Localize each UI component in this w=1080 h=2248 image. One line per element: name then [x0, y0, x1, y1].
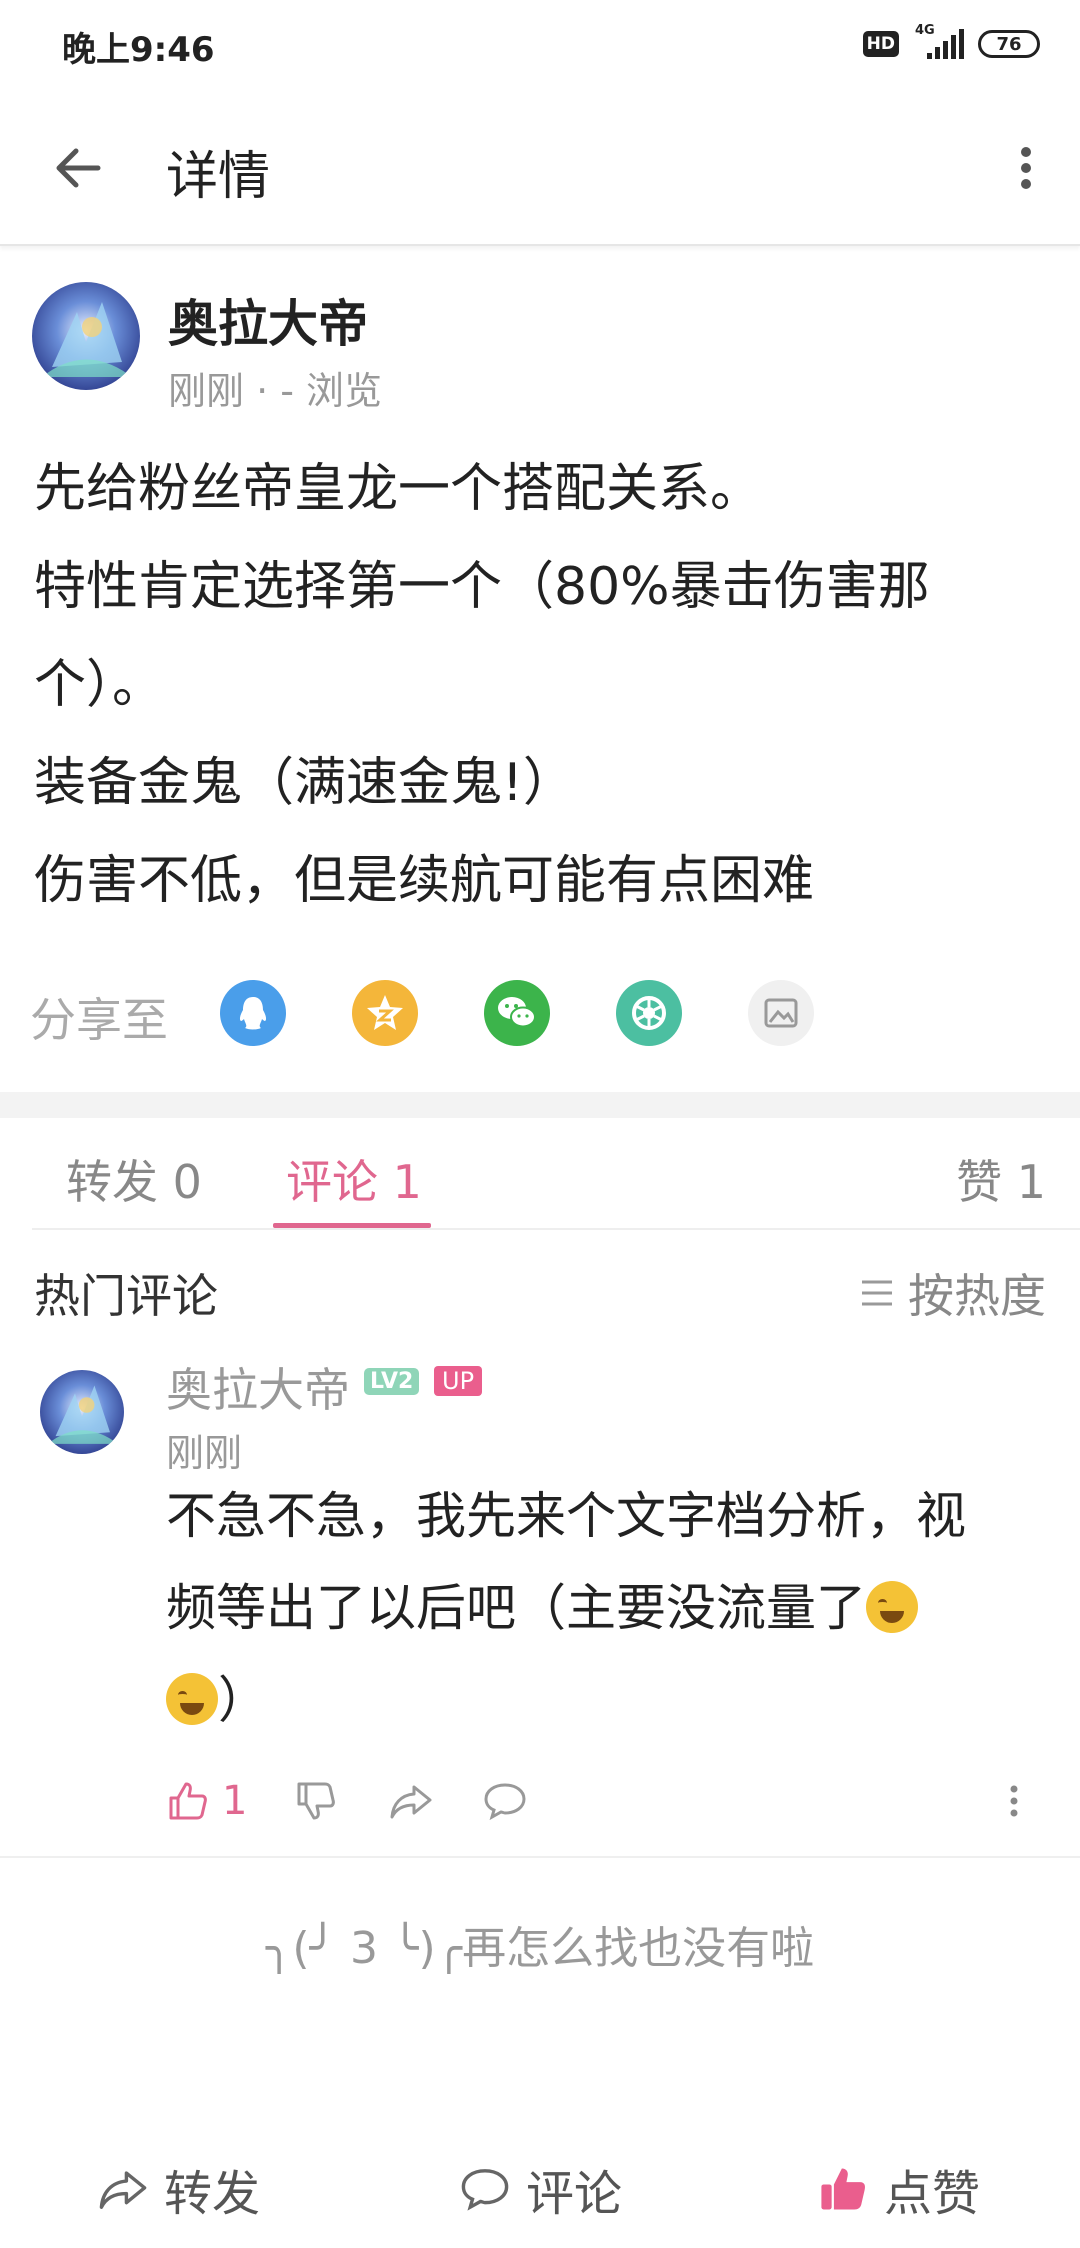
comment-like-button[interactable]: 1 — [166, 1776, 247, 1826]
more-vertical-icon — [1010, 1785, 1018, 1817]
no-more-comments-text: ╮(╯ 3 ╰)╭再怎么找也没有啦 — [265, 1923, 815, 1974]
laughing-tears-emoji-icon — [866, 1581, 918, 1633]
tabs-divider — [32, 1228, 1080, 1230]
post-line: 装备金鬼（满速金鬼!） — [34, 753, 575, 813]
bottom-repost-label: 转发 — [164, 2166, 261, 2222]
qq-share-button[interactable] — [220, 980, 286, 1046]
level-badge: LV2 — [364, 1368, 420, 1395]
laughing-tears-emoji-icon — [166, 1673, 218, 1725]
comment-like-count: 1 — [222, 1778, 248, 1824]
speech-bubble-icon — [484, 1783, 526, 1821]
post-line: 伤害不低，但是续航可能有点困难 — [34, 851, 815, 911]
bottom-like-button[interactable]: 点赞 — [816, 2154, 980, 2224]
menu-lines-icon — [862, 1280, 892, 1306]
wechat-icon — [498, 997, 536, 1028]
bottom-comment-label: 评论 — [526, 2166, 623, 2222]
comment-time: 刚刚 — [166, 1431, 243, 1475]
status-time: 晚上9:46 — [62, 30, 215, 70]
more-menu-button[interactable] — [1006, 138, 1046, 198]
comment-line: 频等出了以后吧（主要没流量了 — [166, 1562, 1026, 1654]
section-divider — [0, 1092, 1080, 1118]
moments-share-button[interactable] — [616, 980, 682, 1046]
hot-comments-label: 热门评论 — [34, 1269, 218, 1323]
bottom-like-label: 点赞 — [884, 2166, 981, 2222]
comment-author-avatar[interactable] — [40, 1370, 124, 1454]
image-share-button[interactable] — [748, 980, 814, 1046]
tab-comment[interactable]: 评论 1 — [286, 1146, 422, 1212]
sort-label: 按热度 — [908, 1269, 1046, 1323]
share-arrow-icon — [99, 2171, 147, 2209]
bottom-comment-button[interactable]: 评论 — [458, 2154, 622, 2224]
thumbs-up-icon — [169, 1782, 207, 1820]
author-name[interactable]: 奥拉大帝 — [168, 284, 368, 356]
comment-reply-button[interactable] — [482, 1776, 528, 1826]
qq-icon — [239, 997, 267, 1030]
bottom-repost-button[interactable]: 转发 — [96, 2154, 260, 2224]
post-line: 特性肯定选择第一个（80%暴击伤害那 — [34, 557, 930, 617]
comment-author-name[interactable]: 奥拉大帝 — [166, 1354, 350, 1420]
author-avatar[interactable] — [32, 282, 140, 390]
post-line: 个）。 — [34, 655, 165, 715]
speech-bubble-icon — [461, 2169, 509, 2211]
signal-icon: 4G — [913, 23, 964, 59]
sort-button[interactable]: 按热度 — [860, 1260, 1046, 1326]
wechat-share-button[interactable] — [484, 980, 550, 1046]
up-badge: UP — [434, 1366, 483, 1396]
post-line: 先给粉丝帝皇龙一个搭配关系。 — [34, 459, 763, 519]
back-button[interactable] — [48, 138, 108, 198]
image-icon — [764, 998, 798, 1028]
bottom-action-bar: 转发 评论 点赞 — [0, 2118, 1080, 2248]
comment-share-button[interactable] — [388, 1776, 434, 1826]
comment-more-button[interactable] — [1004, 1776, 1024, 1826]
tab-like[interactable]: 赞 1 — [956, 1146, 1046, 1212]
page-title: 详情 — [166, 147, 271, 207]
comment-dislike-button[interactable] — [294, 1776, 338, 1826]
moments-aperture-icon — [632, 996, 666, 1030]
post-meta: 刚刚 · - 浏览 — [168, 369, 383, 413]
thumbs-down-icon — [297, 1782, 335, 1820]
more-vertical-icon — [1021, 147, 1031, 189]
qzone-star-icon — [367, 995, 403, 1030]
comment-line: ） — [166, 1654, 1026, 1746]
comment-actions: 1 — [166, 1776, 1046, 1826]
comments-divider — [0, 1856, 1080, 1858]
thumbs-up-filled-icon — [821, 2168, 866, 2210]
tab-repost[interactable]: 转发 0 — [66, 1146, 202, 1212]
hd-icon: HD — [862, 31, 899, 57]
share-arrow-icon — [390, 1785, 432, 1819]
qzone-share-button[interactable] — [352, 980, 418, 1046]
app-bar: 详情 — [0, 98, 1080, 246]
arrow-left-icon — [56, 148, 101, 188]
battery-icon: 76 — [978, 30, 1040, 58]
share-label: 分享至 — [30, 993, 168, 1047]
comment-line: 不急不急，我先来个文字档分析，视 — [166, 1487, 966, 1545]
post-content: 先给粉丝帝皇龙一个搭配关系。 特性肯定选择第一个（80%暴击伤害那 个）。 装备… — [34, 440, 1044, 930]
status-icons: HD 4G 76 — [862, 23, 1040, 62]
comment-text: 不急不急，我先来个文字档分析，视 频等出了以后吧（主要没流量了 ） — [166, 1470, 1026, 1746]
